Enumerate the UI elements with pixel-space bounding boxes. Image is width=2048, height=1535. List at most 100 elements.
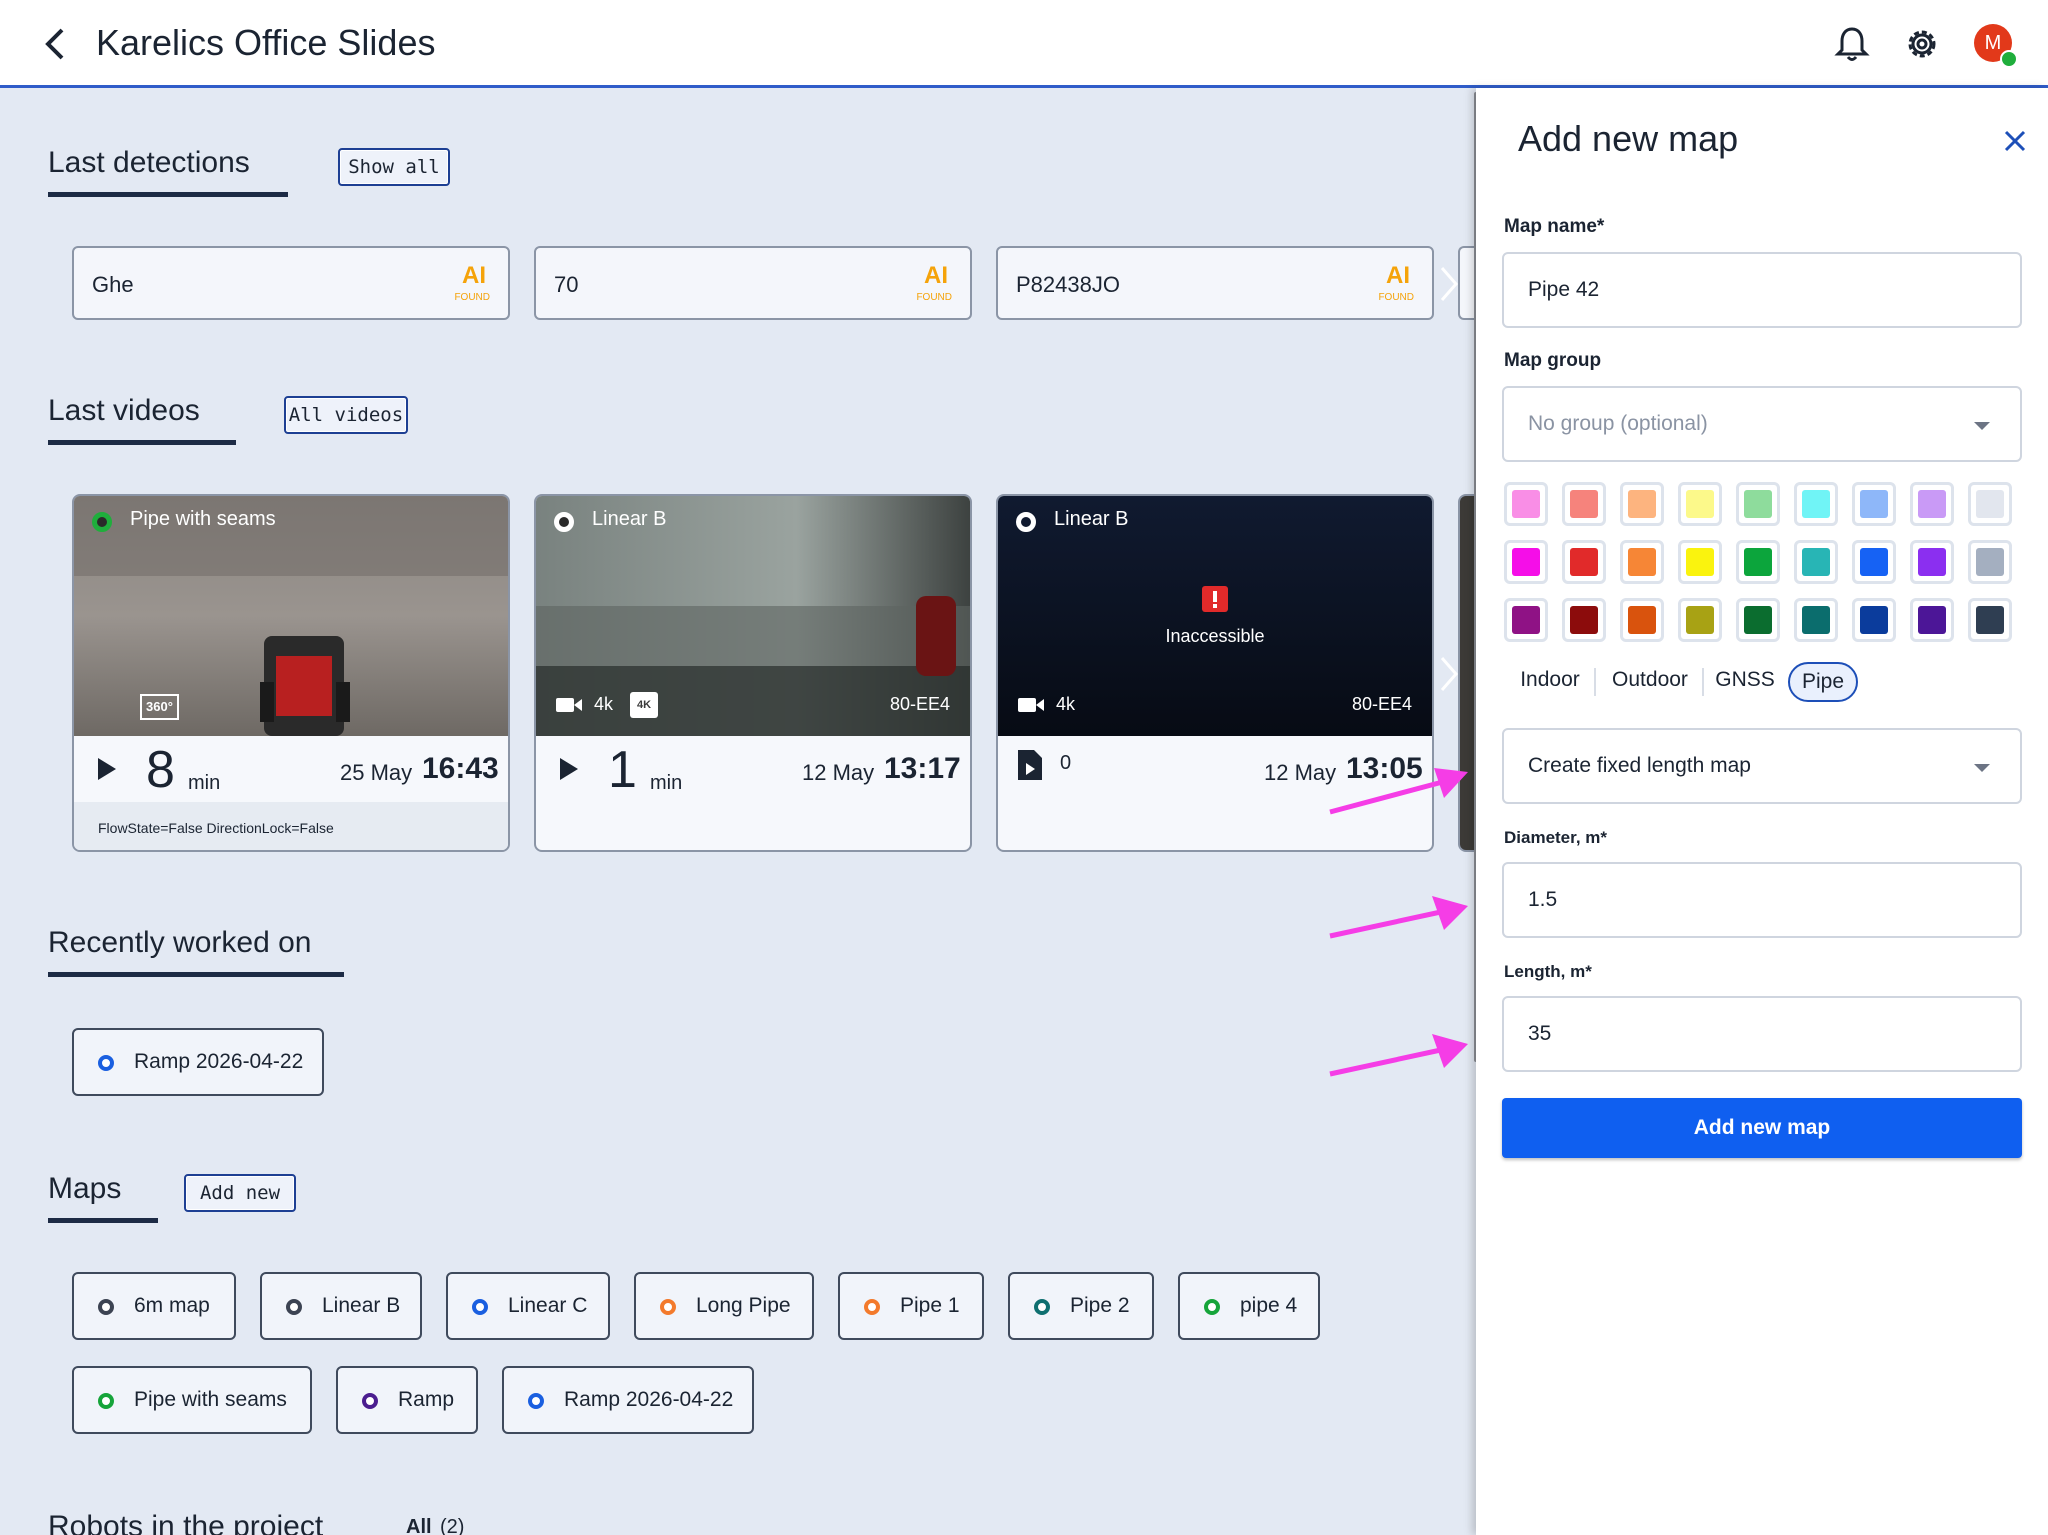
color-swatch[interactable] [1968,598,2012,642]
robots-title: Robots in the project [48,1510,324,1535]
map-chip[interactable]: Long Pipe [634,1272,814,1340]
color-swatch[interactable] [1562,482,1606,526]
back-arrow-icon[interactable] [38,24,74,64]
bell-icon[interactable] [1834,24,1870,64]
video-card[interactable]: Linear B 4k 4K 80-EE4 1 min 12 May 13:17 [534,494,972,852]
detection-card[interactable]: P82438JO AI FOUND [996,246,1434,320]
resolution-label: 4k [594,694,614,714]
color-swatch[interactable] [1678,540,1722,584]
tab-pipe[interactable]: Pipe [1788,662,1858,702]
duration-unit: min [188,772,221,794]
video-camera-icon [556,698,582,712]
map-chip-label: Pipe 2 [1070,1294,1130,1317]
color-swatch[interactable] [1910,482,1954,526]
video-time: 16:43 [422,752,499,785]
section-underline [48,192,288,197]
show-all-button[interactable]: Show all [338,148,450,186]
map-chip[interactable]: Linear B [260,1272,422,1340]
map-chip-label: Pipe with seams [134,1388,287,1411]
color-swatch[interactable] [1794,598,1838,642]
map-name-input[interactable]: Pipe 42 [1502,252,2022,328]
color-swatch[interactable] [1504,540,1548,584]
last-videos-title: Last videos [48,394,200,427]
color-swatch[interactable] [1504,598,1548,642]
color-swatch[interactable] [1736,540,1780,584]
resolution-label: 4k [1056,694,1076,714]
add-new-map-button[interactable]: Add new [184,1174,296,1212]
close-icon[interactable] [2002,128,2028,154]
chevron-right-icon[interactable] [1438,264,1460,304]
map-chip-label: Linear C [508,1294,588,1317]
map-chip[interactable]: Ramp [336,1366,478,1434]
ai-badge: AI [924,262,948,289]
video-card[interactable]: Pipe with seams 360° 8 min 25 May 16:43 … [72,494,510,852]
color-swatch[interactable] [1562,598,1606,642]
map-group-select[interactable]: No group (optional) [1502,386,2022,462]
color-swatch[interactable] [1852,598,1896,642]
color-swatch[interactable] [1620,540,1664,584]
map-color-dot [286,1299,302,1315]
color-swatch[interactable] [1504,482,1548,526]
robot-id: 80-EE4 [890,694,951,714]
color-swatch[interactable] [1968,482,2012,526]
annotation-arrow-icon [1329,1034,1468,1077]
color-swatch[interactable] [1736,598,1780,642]
robots-filter[interactable]: All [406,1516,432,1535]
chevron-down-icon [1974,422,1990,430]
alert-icon [1202,586,1228,612]
recent-map-chip[interactable]: Ramp 2026-04-22 [72,1028,324,1096]
map-chip[interactable]: Pipe with seams [72,1366,312,1434]
ai-badge-sub: FOUND [454,292,490,303]
add-map-panel: Add new map Map name* Pipe 42 Map group … [1476,88,2048,1535]
gear-icon[interactable] [1902,24,1942,64]
ai-badge: AI [462,262,486,289]
maps-title: Maps [48,1172,122,1205]
ai-badge: AI [1386,262,1410,289]
map-color-dot [1034,1299,1050,1315]
map-chip-label: pipe 4 [1240,1294,1298,1317]
map-color-dot [98,1393,114,1409]
tab-gnss[interactable]: GNSS [1708,662,1782,702]
map-chip[interactable]: 6m map [72,1272,236,1340]
tab-separator [1702,668,1704,696]
duration-unit: min [650,772,683,794]
4k-badge: 4K [630,692,658,718]
color-swatch[interactable] [1910,540,1954,584]
color-swatch[interactable] [1562,540,1606,584]
color-swatch[interactable] [1852,482,1896,526]
color-swatch[interactable] [1620,482,1664,526]
map-mode-select[interactable]: Create fixed length map [1502,728,2022,804]
map-color-dot [98,1299,114,1315]
play-icon[interactable] [560,758,578,780]
tab-indoor[interactable]: Indoor [1510,662,1590,702]
ai-badge-sub: FOUND [916,292,952,303]
all-videos-button[interactable]: All videos [284,396,408,434]
detection-card[interactable]: 70 AI FOUND [534,246,972,320]
detection-text: P82438JO [1016,272,1120,297]
color-swatch[interactable] [1620,598,1664,642]
add-new-map-submit-button[interactable]: Add new map [1502,1098,2022,1158]
color-swatch[interactable] [1852,540,1896,584]
diameter-input[interactable]: 1.5 [1502,862,2022,938]
map-mode-value: Create fixed length map [1528,754,1751,777]
color-swatch[interactable] [1678,482,1722,526]
color-swatch[interactable] [1736,482,1780,526]
map-chip[interactable]: Linear C [446,1272,610,1340]
detection-text: Ghe [92,272,134,297]
map-chip[interactable]: Ramp 2026-04-22 [502,1366,754,1434]
map-chip[interactable]: Pipe 2 [1008,1272,1154,1340]
map-chip[interactable]: pipe 4 [1178,1272,1320,1340]
color-swatch[interactable] [1794,540,1838,584]
tab-outdoor[interactable]: Outdoor [1600,662,1700,702]
map-chip[interactable]: Pipe 1 [838,1272,984,1340]
map-chip-label: Pipe 1 [900,1294,960,1317]
color-swatch[interactable] [1968,540,2012,584]
color-swatch[interactable] [1910,598,1954,642]
chevron-right-icon[interactable] [1438,654,1460,694]
length-input[interactable]: 35 [1502,996,2022,1072]
color-swatch[interactable] [1678,598,1722,642]
length-label: Length, m* [1504,962,1592,981]
play-icon[interactable] [98,758,116,780]
detection-card[interactable]: Ghe AI FOUND [72,246,510,320]
color-swatch[interactable] [1794,482,1838,526]
